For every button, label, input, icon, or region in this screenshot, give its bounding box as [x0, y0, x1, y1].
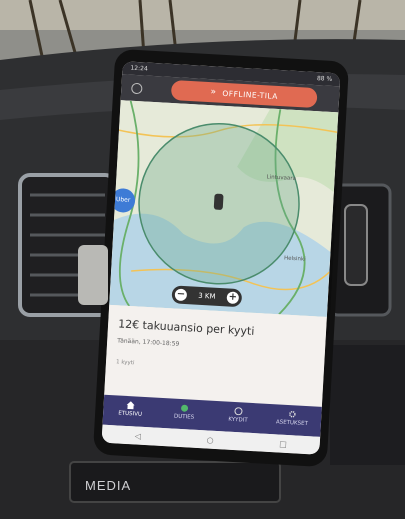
double-chevron-right-icon: »	[210, 87, 217, 98]
ride-icon	[234, 407, 243, 416]
offline-label: OFFLINE-TILA	[222, 88, 279, 101]
tab-home[interactable]: ETUSIVU	[103, 395, 159, 428]
map-canvas	[109, 100, 339, 318]
offer-count: 1 kyyti	[115, 359, 135, 367]
tab-rides[interactable]: KYYDIT	[210, 401, 266, 434]
status-time: 12:24	[130, 64, 148, 73]
offer-card[interactable]: 12€ takuuansio per kyyti Tänään, 17:00-1…	[104, 304, 327, 407]
home-nav-icon[interactable]: ○	[206, 435, 213, 444]
back-icon[interactable]: ◁	[135, 431, 142, 440]
phone-screen: 12:24 88 % » OFFLINE-TILA Lintuvaara Hel…	[101, 61, 341, 455]
radius-label: 3 KM	[197, 291, 216, 301]
status-battery: 88 %	[316, 75, 333, 83]
home-icon	[126, 401, 135, 410]
phone-holder-clip	[78, 245, 108, 305]
tab-duties[interactable]: DUTIES	[156, 398, 212, 431]
offer-title: 12€ takuuansio per kyyti	[117, 317, 255, 338]
radius-control: − 3 KM +	[171, 285, 243, 308]
history-icon[interactable]	[131, 82, 143, 95]
tab-label: ETUSIVU	[118, 410, 143, 418]
minus-icon[interactable]: −	[174, 288, 188, 302]
tab-label: DUTIES	[173, 413, 195, 421]
plus-icon[interactable]: +	[226, 291, 240, 305]
tab-settings[interactable]: ASETUKSET	[264, 404, 320, 437]
badge-icon	[181, 404, 189, 412]
car-media-button: MEDIA	[85, 478, 132, 493]
tab-label: KYYDIT	[228, 416, 248, 424]
map-place-label: Helsinki	[283, 255, 306, 263]
map-view[interactable]: Lintuvaara Helsinki Uber − 3 KM +	[109, 100, 339, 318]
car-marker-icon	[213, 193, 224, 210]
gear-icon	[289, 410, 296, 418]
recent-apps-icon[interactable]: □	[279, 439, 287, 448]
tab-label: ASETUKSET	[275, 419, 309, 428]
offer-time: Tänään, 17:00-18:59	[117, 337, 180, 348]
